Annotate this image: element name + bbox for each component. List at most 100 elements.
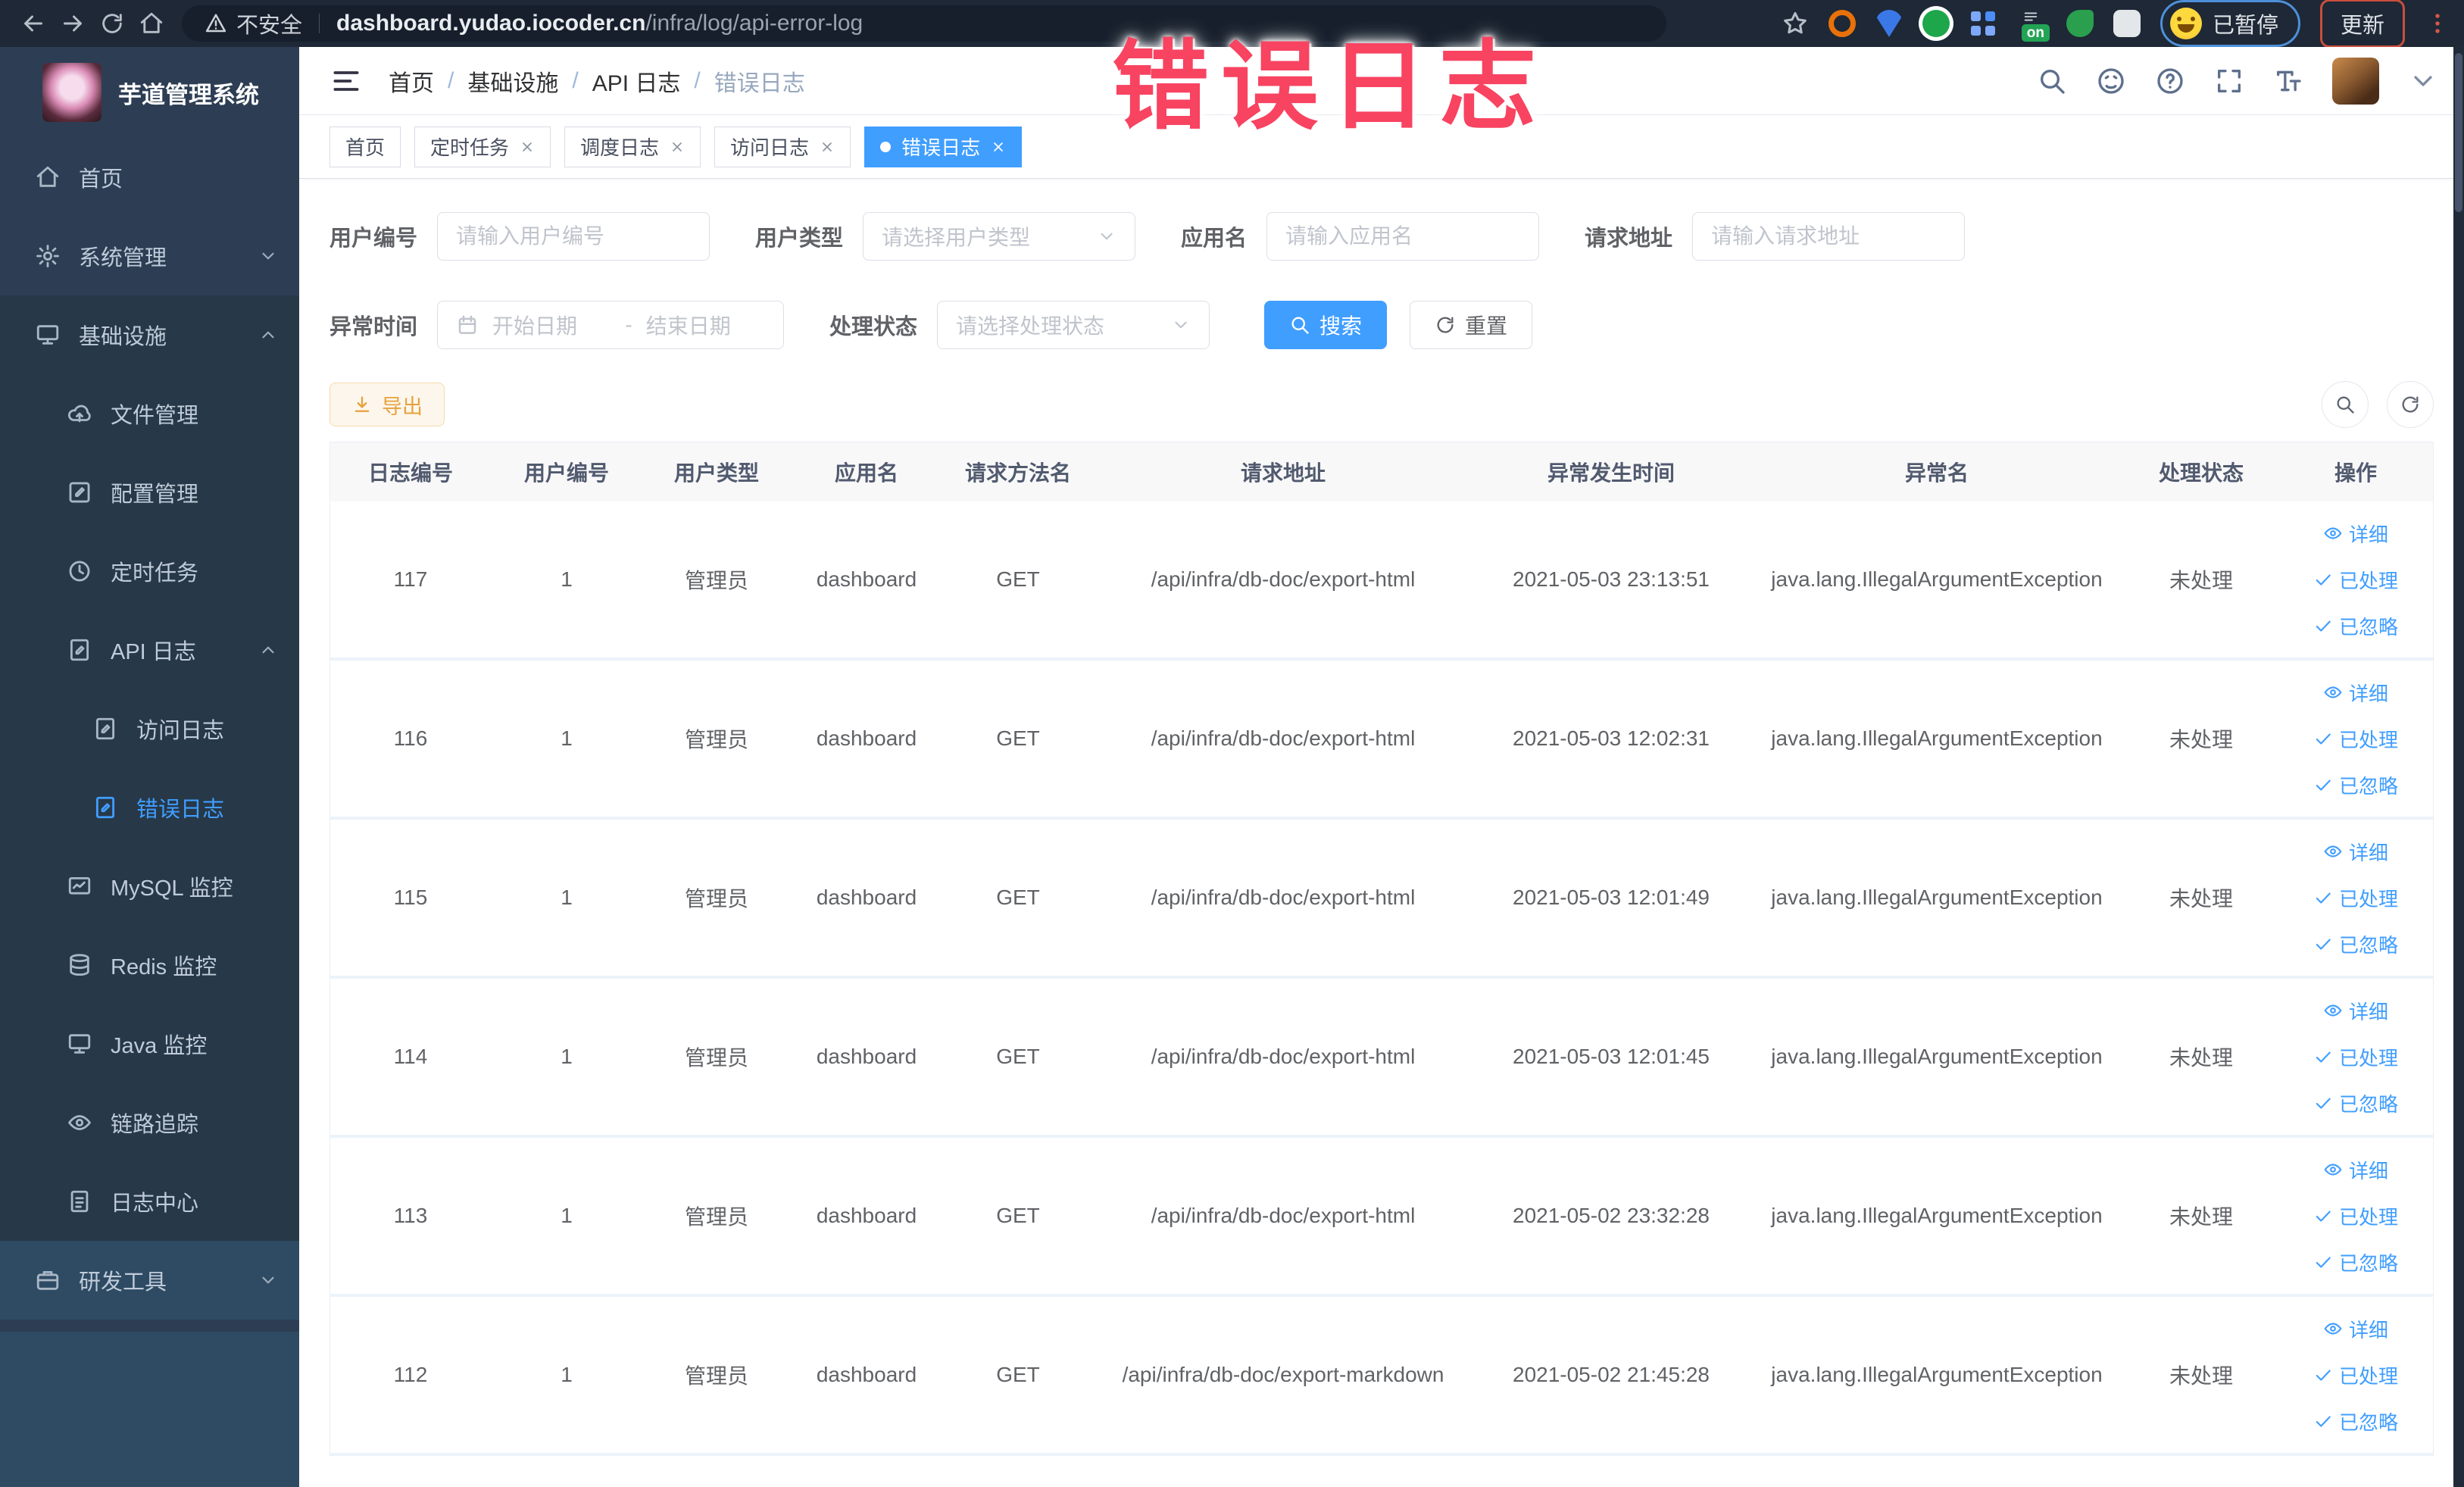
browser-reload-button[interactable]: [92, 4, 132, 43]
cell-status: 未处理: [2169, 1046, 2233, 1070]
date-range-picker[interactable]: 开始日期 - 结束日期: [437, 301, 785, 349]
toggle-search-button[interactable]: [2322, 381, 2369, 428]
scrollbar-thumb[interactable]: [2455, 53, 2462, 212]
browser-menu-icon[interactable]: [2425, 11, 2450, 36]
tab-dispatch-log[interactable]: 调度日志: [564, 126, 701, 167]
mark-processed-link[interactable]: 已处理: [2313, 1043, 2398, 1071]
sidebar-item-home[interactable]: 首页: [0, 138, 299, 217]
mark-processed-link[interactable]: 已处理: [2313, 884, 2398, 912]
app-name-input[interactable]: [1266, 212, 1540, 261]
mark-ignored-link[interactable]: 已忽略: [2313, 1248, 2398, 1276]
sidebar-item-java-monitor[interactable]: Java 监控: [0, 1004, 299, 1083]
tab-access-log[interactable]: 访问日志: [714, 126, 851, 167]
sidebar-collapse-icon[interactable]: [329, 64, 363, 98]
sidebar-item-infrastructure[interactable]: 基础设施: [0, 295, 299, 374]
detail-link[interactable]: 详细: [2323, 1315, 2388, 1343]
detail-link[interactable]: 详细: [2323, 1156, 2388, 1184]
font-size-icon[interactable]: [2273, 66, 2303, 96]
close-icon[interactable]: [670, 139, 685, 155]
tab-home[interactable]: 首页: [329, 126, 401, 167]
cell-actions: 详细 已处理 已忽略: [2278, 820, 2433, 976]
breadcrumb-item[interactable]: API 日志: [592, 64, 681, 98]
extension-icon-grid[interactable]: [1969, 10, 1997, 37]
app-title: 芋道管理系统: [118, 81, 259, 108]
reset-button[interactable]: 重置: [1410, 301, 1533, 349]
search-button[interactable]: 搜索: [1264, 301, 1388, 349]
tab-error-log[interactable]: 错误日志: [864, 126, 1023, 167]
close-icon[interactable]: [820, 139, 835, 155]
ignored-label: 已忽略: [2338, 615, 2398, 639]
detail-link[interactable]: 详细: [2323, 997, 2388, 1025]
mark-processed-link[interactable]: 已处理: [2313, 725, 2398, 753]
mark-processed-link[interactable]: 已处理: [2313, 1202, 2398, 1230]
document-edit-icon: [92, 795, 118, 820]
detail-link[interactable]: 详细: [2323, 679, 2388, 707]
ignored-label: 已忽略: [2338, 1092, 2398, 1116]
sidebar-item-system-management[interactable]: 系统管理: [0, 217, 299, 295]
cell-exception-time: 2021-05-02 21:45:28: [1513, 1363, 1710, 1386]
check-icon: [2313, 570, 2333, 589]
search-icon[interactable]: [2037, 66, 2067, 96]
mark-ignored-link[interactable]: 已忽略: [2313, 1089, 2398, 1117]
mark-ignored-link[interactable]: 已忽略: [2313, 612, 2398, 640]
mark-processed-link[interactable]: 已处理: [2313, 566, 2398, 594]
extension-icon-leaf[interactable]: [2066, 10, 2094, 37]
user-id-label: 用户编号: [329, 226, 418, 251]
mark-ignored-link[interactable]: 已忽略: [2313, 771, 2398, 799]
chevron-up-icon: [258, 325, 278, 345]
help-icon[interactable]: [2155, 66, 2185, 96]
sidebar-item-dev-tools[interactable]: 研发工具: [0, 1241, 299, 1320]
document-lines-icon: [67, 1189, 92, 1214]
sidebar-item-api-log[interactable]: API 日志: [0, 611, 299, 689]
extension-icon-shield[interactable]: [1875, 10, 1903, 37]
tab-scheduled-tasks[interactable]: 定时任务: [414, 126, 551, 167]
sidebar-item-file-management[interactable]: 文件管理: [0, 374, 299, 453]
detail-link[interactable]: 详细: [2323, 838, 2388, 866]
mark-ignored-link[interactable]: 已忽略: [2313, 1407, 2398, 1435]
cell-exception-name: java.lang.IllegalArgumentException: [1771, 1045, 2103, 1068]
fullscreen-icon[interactable]: [2214, 66, 2244, 96]
github-icon[interactable]: [2096, 66, 2126, 96]
close-icon[interactable]: [991, 139, 1006, 155]
close-icon[interactable]: [520, 139, 535, 155]
process-status-select[interactable]: 请选择处理状态: [937, 301, 1210, 349]
paused-badge[interactable]: 已暂停: [2160, 0, 2300, 47]
export-button[interactable]: 导出: [329, 383, 445, 426]
caret-down-icon[interactable]: [2408, 66, 2438, 96]
browser-home-button[interactable]: [132, 4, 171, 43]
avatar[interactable]: [2332, 57, 2379, 105]
sidebar-item-trace[interactable]: 链路追踪: [0, 1083, 299, 1162]
cell-user-type: 管理员: [684, 569, 748, 592]
column-header: 请求方法名: [964, 461, 1071, 485]
browser-forward-button[interactable]: [53, 4, 92, 43]
extensions-puzzle-icon[interactable]: [2113, 10, 2141, 37]
bookmark-star-icon[interactable]: [1782, 10, 1809, 37]
extension-icon-on[interactable]: on: [2016, 7, 2050, 42]
mark-ignored-link[interactable]: 已忽略: [2313, 930, 2398, 958]
refresh-table-button[interactable]: [2387, 381, 2434, 428]
sidebar-logo[interactable]: 芋道管理系统: [0, 47, 299, 138]
mark-processed-link[interactable]: 已处理: [2313, 1361, 2398, 1389]
sidebar-item-access-log[interactable]: 访问日志: [0, 689, 299, 768]
page-scrollbar[interactable]: [2453, 47, 2464, 1487]
extension-icon-green[interactable]: [1922, 10, 1950, 37]
user-id-input[interactable]: [437, 212, 710, 261]
select-placeholder: 请选择用户类型: [882, 226, 1031, 249]
column-header: 请求地址: [1240, 461, 1326, 485]
sidebar-item-config-management[interactable]: 配置管理: [0, 453, 299, 532]
sidebar-item-log-center[interactable]: 日志中心: [0, 1162, 299, 1241]
update-button[interactable]: 更新: [2319, 0, 2405, 48]
browser-back-button[interactable]: [14, 4, 53, 43]
sidebar-item-redis-monitor[interactable]: Redis 监控: [0, 926, 299, 1004]
breadcrumb-item[interactable]: 基础设施: [467, 64, 558, 98]
breadcrumb-item[interactable]: 首页: [389, 64, 434, 98]
sidebar-item-error-log[interactable]: 错误日志: [0, 768, 299, 847]
cell-exception-name: java.lang.IllegalArgumentException: [1771, 1363, 2103, 1386]
sidebar-item-scheduled-tasks[interactable]: 定时任务: [0, 532, 299, 611]
request-url-input[interactable]: [1692, 212, 1966, 261]
sidebar-item-mysql-monitor[interactable]: MySQL 监控: [0, 847, 299, 926]
detail-link[interactable]: 详细: [2323, 520, 2388, 548]
user-type-select[interactable]: 请选择用户类型: [863, 212, 1136, 261]
extension-icon-orange[interactable]: [1828, 10, 1856, 37]
cell-method: GET: [996, 726, 1040, 750]
